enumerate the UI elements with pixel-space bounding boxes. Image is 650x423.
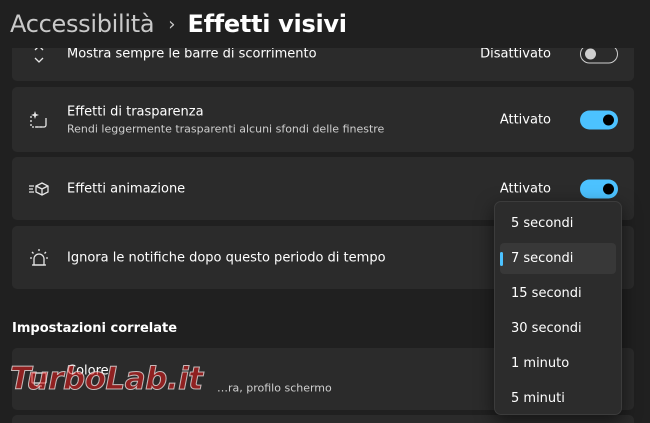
toggle-knob — [585, 48, 596, 59]
notification-light-icon — [28, 247, 50, 269]
setting-title: Ignora le notifiche dopo questo periodo … — [67, 250, 386, 265]
dropdown-option-selected[interactable]: 7 secondi — [500, 243, 616, 274]
dropdown-option[interactable]: 1 minuto — [500, 348, 616, 379]
turbolab-watermark: TurboLab.it — [10, 361, 204, 398]
setting-title: Effetti animazione — [67, 181, 186, 196]
dropdown-option[interactable]: 30 secondi — [500, 313, 616, 344]
related-settings-heading: Impostazioni correlate — [12, 321, 178, 336]
header: Accessibilità › Effetti visivi — [0, 0, 650, 48]
toggle-knob — [603, 114, 614, 125]
setting-title: Mostra sempre le barre di scorrimento — [67, 46, 317, 61]
dropdown-option[interactable]: 5 minuti — [500, 383, 616, 414]
breadcrumb-chevron-icon: › — [168, 13, 176, 35]
page-title: Effetti visivi — [187, 10, 347, 38]
toggle-state-label: Attivato — [499, 112, 551, 127]
transparency-icon — [28, 109, 50, 131]
dropdown-option[interactable]: 5 secondi — [500, 208, 616, 239]
toggle-knob — [603, 183, 614, 194]
related-item-next[interactable] — [12, 415, 634, 423]
animation-toggle[interactable] — [580, 179, 618, 198]
setting-title: Effetti di trasparenza — [67, 104, 204, 119]
timeout-dropdown-list: 5 secondi 7 secondi 15 secondi 30 second… — [494, 201, 622, 415]
setting-description: Rendi leggermente trasparenti alcuni sfo… — [67, 122, 385, 135]
dropdown-option[interactable]: 15 secondi — [500, 278, 616, 309]
animation-icon — [28, 178, 50, 200]
setting-transparency: Effetti di trasparenza Rendi leggermente… — [12, 87, 634, 152]
breadcrumb-parent[interactable]: Accessibilità — [10, 10, 155, 38]
toggle-state-label: Disattivato — [480, 46, 551, 61]
toggle-state-label: Attivato — [499, 181, 551, 196]
transparency-toggle[interactable] — [580, 110, 618, 129]
